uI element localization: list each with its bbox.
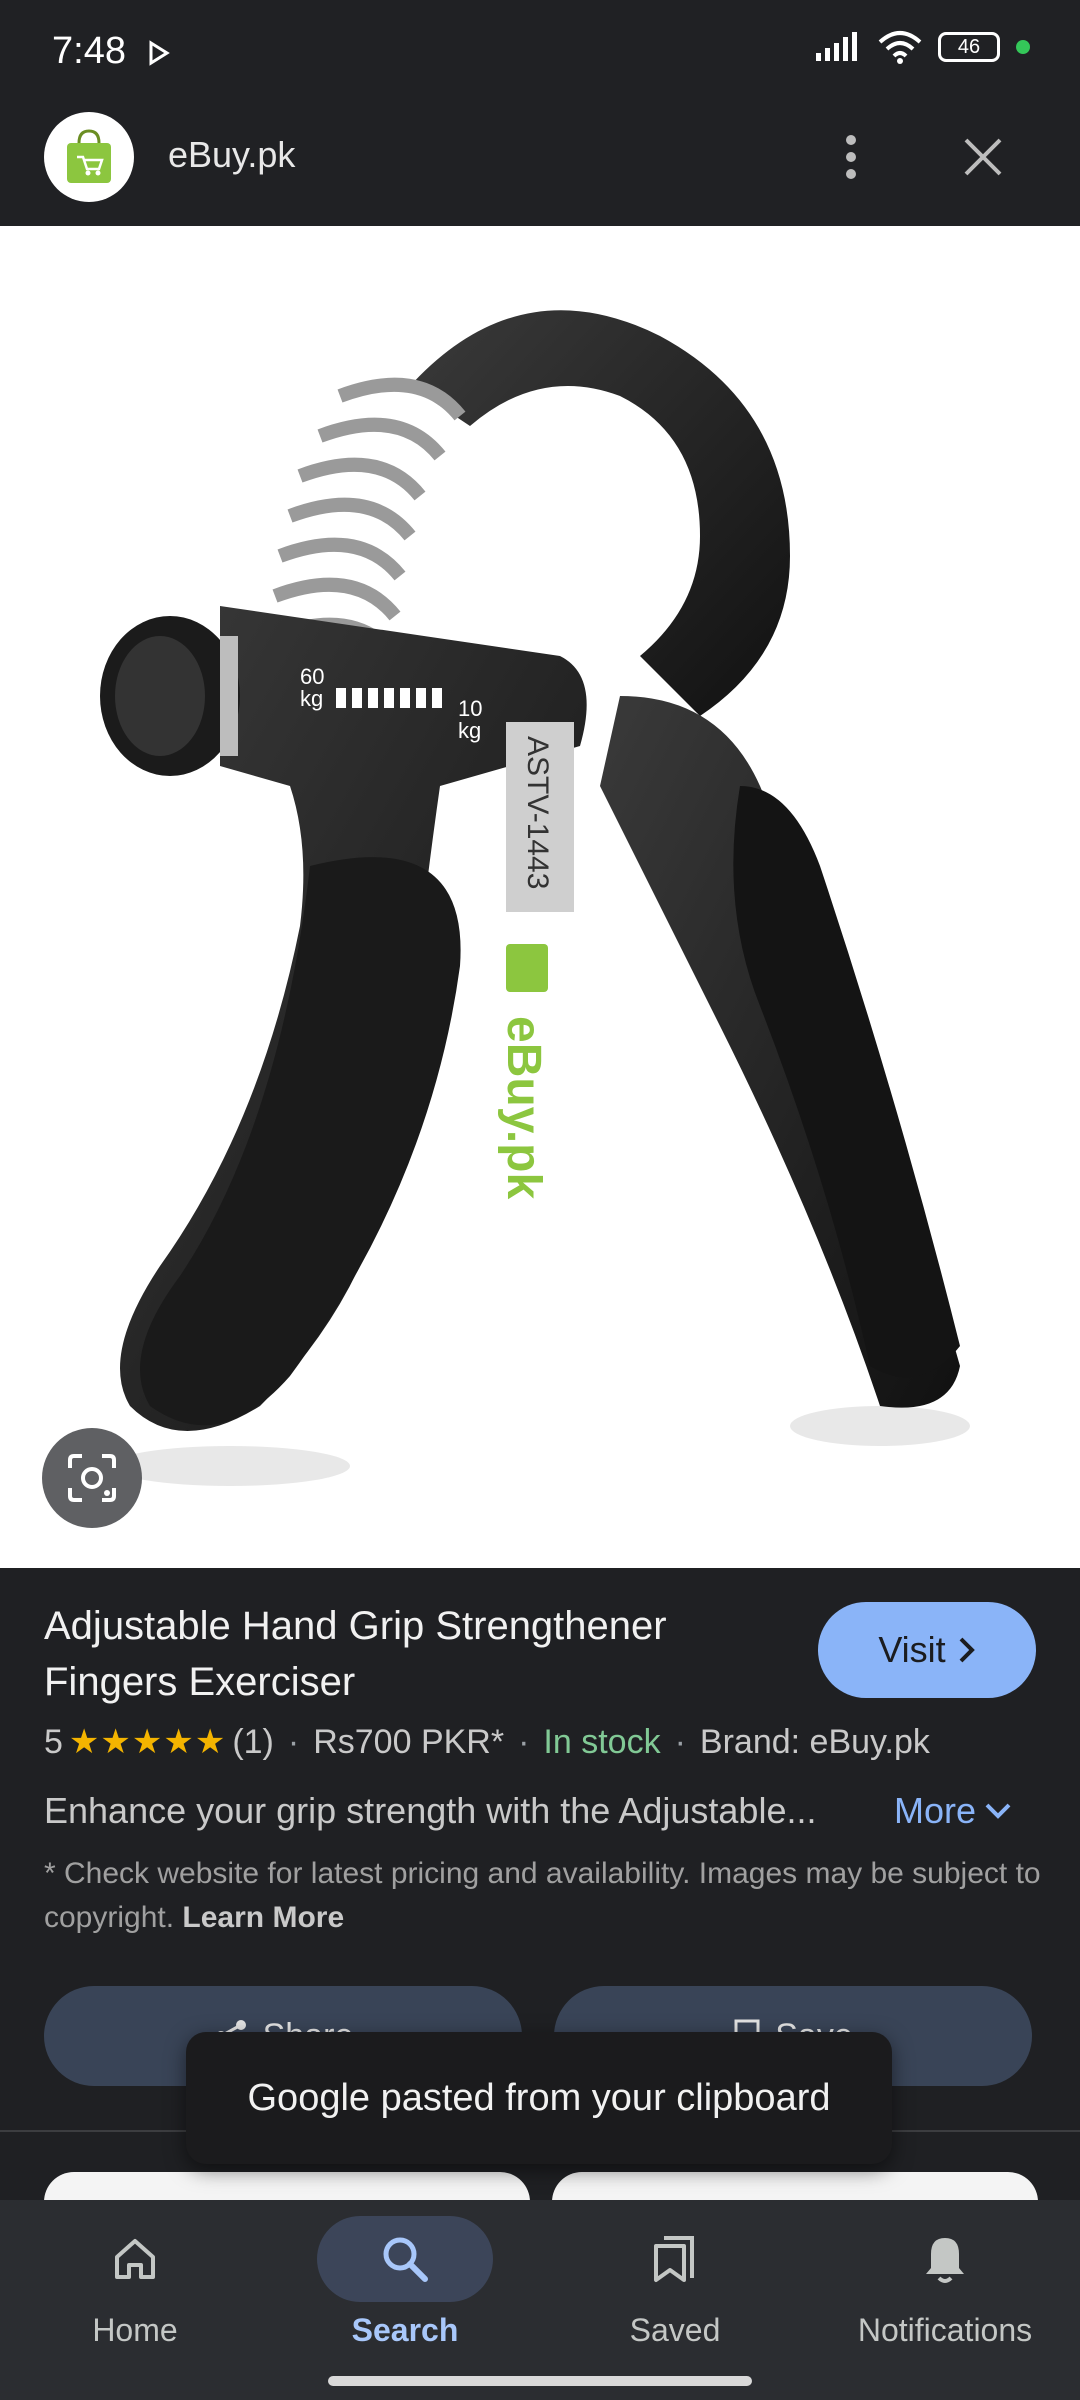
product-image[interactable]: 60 kg 10 kg ASTV-1443 eBuy.pk bbox=[0, 226, 1080, 1568]
close-icon bbox=[964, 138, 1002, 176]
site-logo[interactable] bbox=[44, 112, 134, 202]
more-button[interactable]: More bbox=[894, 1790, 1012, 1832]
privacy-dot bbox=[1016, 40, 1030, 54]
separator: · bbox=[518, 1722, 530, 1761]
lens-icon bbox=[68, 1454, 116, 1502]
nav-icon-container bbox=[857, 2216, 1033, 2302]
site-name[interactable]: eBuy.pk bbox=[168, 134, 295, 176]
nav-home[interactable]: Home bbox=[0, 2210, 270, 2360]
battery-indicator: 46 bbox=[938, 32, 1000, 62]
hand-grip-illustration: 60 kg 10 kg ASTV-1443 eBuy.pk bbox=[100, 310, 970, 1486]
gesture-home-indicator[interactable] bbox=[328, 2376, 752, 2386]
wifi-icon bbox=[878, 31, 922, 64]
chevron-right-icon bbox=[959, 1637, 975, 1663]
nav-saved[interactable]: Saved bbox=[540, 2210, 810, 2360]
more-vert-icon bbox=[846, 135, 856, 179]
bottom-navigation: Home Search Saved Notifications bbox=[0, 2200, 1080, 2400]
play-store-icon bbox=[149, 40, 170, 66]
product-title: Adjustable Hand Grip Strengthener Finger… bbox=[44, 1604, 667, 1704]
rating-stars: ★★★★★ bbox=[68, 1723, 227, 1761]
scale-unit-label: kg bbox=[300, 686, 323, 711]
visit-button[interactable]: Visit bbox=[818, 1602, 1036, 1698]
source-header: eBuy.pk bbox=[0, 110, 1080, 226]
nav-icon-container bbox=[587, 2216, 763, 2302]
chevron-down-icon bbox=[985, 1803, 1011, 1819]
nav-icon-container bbox=[47, 2216, 223, 2302]
separator: · bbox=[287, 1722, 300, 1761]
shopping-bag-icon bbox=[67, 129, 111, 183]
home-icon bbox=[115, 2239, 155, 2279]
visit-button-label: Visit bbox=[878, 1629, 946, 1670]
rating-value: 5 bbox=[44, 1722, 63, 1761]
status-time: 7:48 bbox=[52, 30, 126, 72]
close-button[interactable] bbox=[948, 122, 1018, 192]
product-tag-text: ASTV-1443 bbox=[521, 736, 554, 889]
saved-icon bbox=[654, 2236, 694, 2282]
nav-search-label: Search bbox=[351, 2312, 459, 2348]
availability: In stock bbox=[543, 1722, 661, 1761]
nav-notifications[interactable]: Notifications bbox=[810, 2210, 1080, 2360]
bell-icon bbox=[926, 2238, 964, 2283]
google-lens-button[interactable] bbox=[42, 1428, 142, 1528]
nav-saved-label: Saved bbox=[629, 2312, 721, 2348]
learn-more-link[interactable]: Learn More bbox=[182, 1901, 344, 1934]
signal-icon bbox=[816, 32, 857, 61]
watermark-text: eBuy.pk bbox=[497, 1016, 550, 1199]
more-label: More bbox=[894, 1790, 977, 1831]
nav-home-label: Home bbox=[92, 2312, 178, 2348]
more-options-button[interactable] bbox=[816, 122, 886, 192]
separator: · bbox=[674, 1722, 686, 1761]
price: Rs700 PKR* bbox=[313, 1722, 505, 1761]
search-icon bbox=[383, 2237, 428, 2282]
status-bar: 7:48 46 bbox=[0, 0, 1080, 110]
nav-notifications-label: Notifications bbox=[857, 2312, 1033, 2348]
scale-unit-label-2: kg bbox=[458, 718, 481, 743]
brand: Brand: eBuy.pk bbox=[699, 1722, 930, 1761]
nav-search[interactable]: Search bbox=[270, 2210, 540, 2360]
clipboard-toast: Google pasted from your clipboard bbox=[186, 2032, 892, 2164]
product-description: Enhance your grip strength with the Adju… bbox=[44, 1790, 817, 1831]
review-count: (1) bbox=[232, 1722, 274, 1761]
product-meta: 5 ★★★★★ (1) · Rs700 PKR* · In stock · Br… bbox=[44, 1722, 930, 1762]
nav-icon-container bbox=[317, 2216, 493, 2302]
disclaimer: * Check website for latest pricing and a… bbox=[44, 1852, 1044, 1940]
